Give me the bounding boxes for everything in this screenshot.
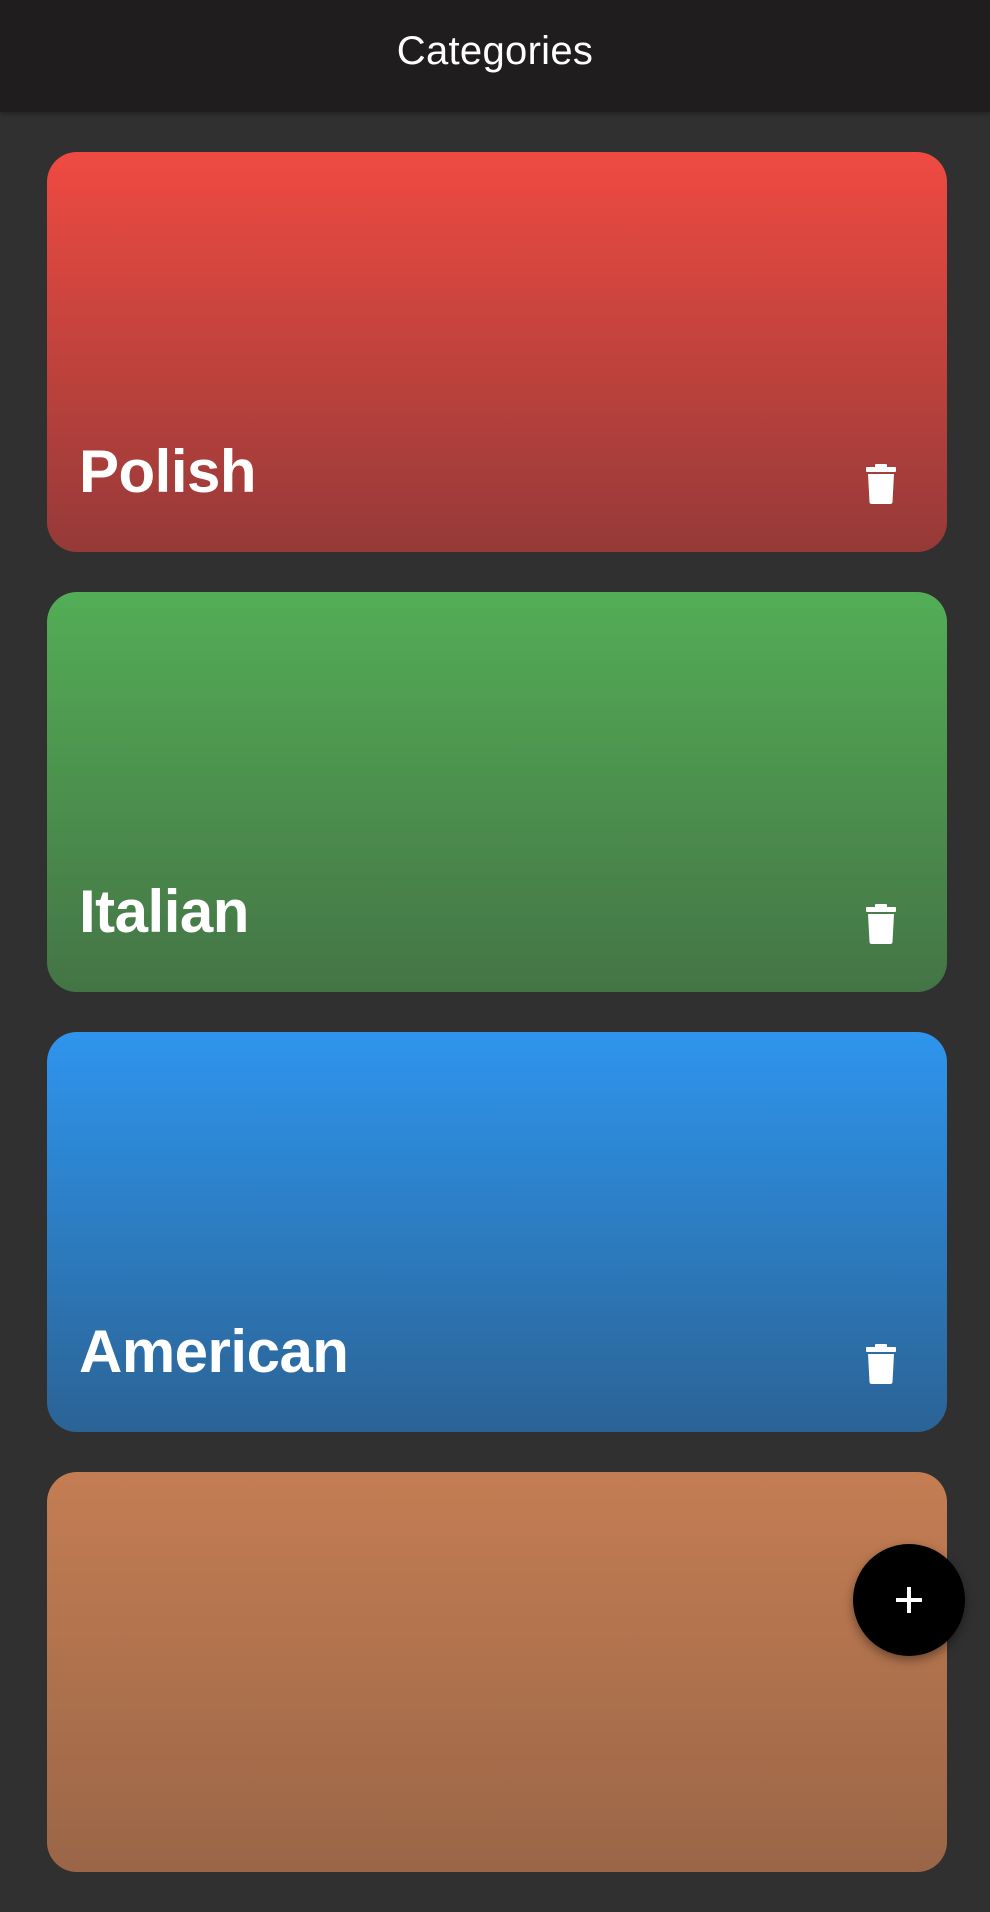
category-title: Polish [79, 438, 257, 505]
trash-icon [866, 904, 896, 944]
delete-category-button[interactable] [853, 1332, 909, 1396]
delete-category-button[interactable] [853, 452, 909, 516]
category-list[interactable]: Polish Italian American [47, 152, 947, 1912]
category-title: Italian [79, 878, 249, 945]
category-card-italian[interactable]: Italian [47, 592, 947, 992]
category-title: American [79, 1318, 349, 1385]
delete-category-button[interactable] [853, 892, 909, 956]
plus-icon [896, 1587, 922, 1613]
trash-icon [866, 1344, 896, 1384]
app-bar: Categories [0, 0, 990, 112]
category-card-polish[interactable]: Polish [47, 152, 947, 552]
trash-icon [866, 464, 896, 504]
category-card-partial[interactable] [47, 1472, 947, 1872]
add-category-button[interactable] [853, 1544, 965, 1656]
page-title: Categories [396, 28, 594, 73]
category-card-american[interactable]: American [47, 1032, 947, 1432]
